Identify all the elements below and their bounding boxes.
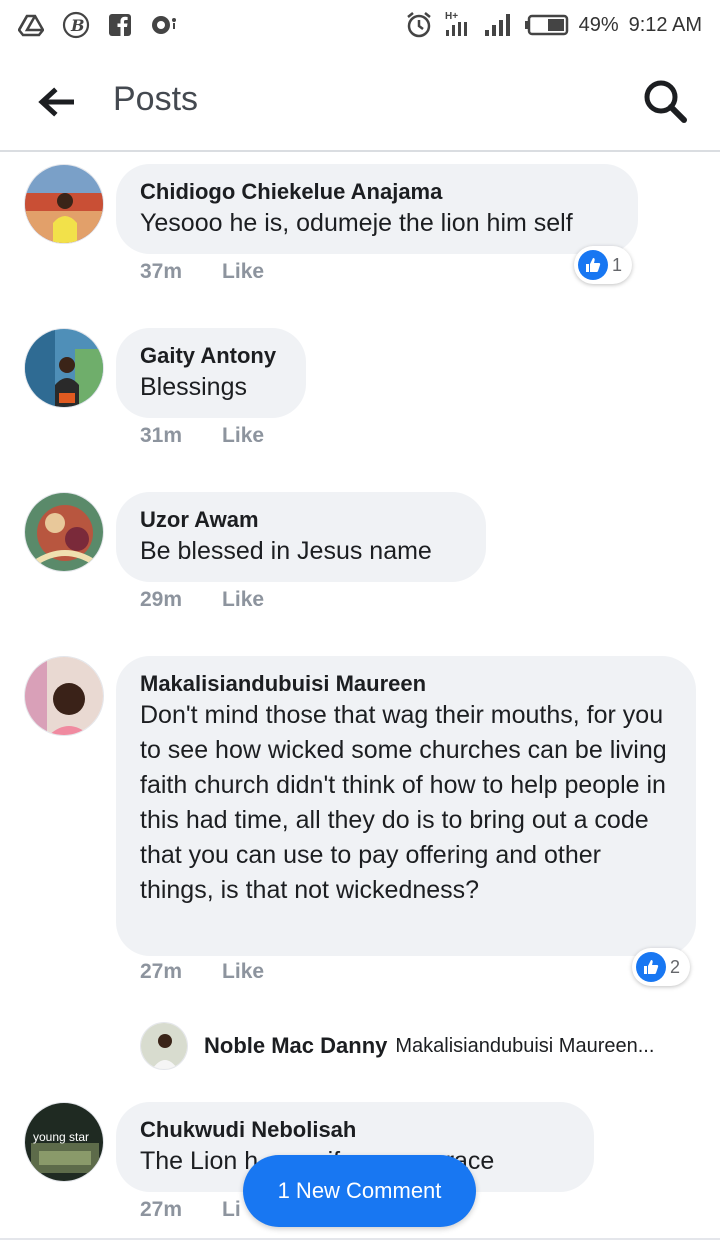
avatar[interactable] xyxy=(24,656,104,736)
comment-text: Blessings xyxy=(140,373,247,401)
b-circle-icon: B xyxy=(62,11,90,39)
reply-author[interactable]: Noble Mac Danny xyxy=(204,1033,387,1059)
comment-text: Don't mind those that wag their mouths, … xyxy=(140,701,667,904)
comment-text: Be blessed in Jesus name xyxy=(140,537,432,565)
thumbs-up-icon xyxy=(578,250,608,280)
avatar xyxy=(140,1022,188,1070)
like-button[interactable]: Like xyxy=(222,424,264,448)
comment-text: Yesooo he is, odumeje the lion him self xyxy=(140,209,573,237)
drive-icon xyxy=(18,13,44,37)
app-header: Posts xyxy=(0,50,720,152)
avatar-overlay-text: young star xyxy=(33,1130,89,1144)
page-title: Posts xyxy=(113,80,199,118)
comment-time: 37m xyxy=(140,260,183,283)
alarm-icon xyxy=(405,11,433,39)
signal-icon: H+ xyxy=(443,10,473,40)
reaction-count: 1 xyxy=(612,254,623,275)
status-bar: B H+ 49% 9:12 AM xyxy=(0,0,720,50)
comment-bubble[interactable]: Chidiogo Chiekelue Anajama Yesooo he is,… xyxy=(116,164,638,254)
battery-icon xyxy=(524,14,569,36)
arrow-left-icon xyxy=(38,87,74,117)
comment-author[interactable]: Chidiogo Chiekelue Anajama xyxy=(140,178,614,206)
like-button[interactable]: Like xyxy=(222,960,264,984)
facebook-icon xyxy=(108,13,132,37)
comment-meta: 29m Like xyxy=(140,588,264,612)
avatar[interactable] xyxy=(24,492,104,572)
like-button[interactable]: Like xyxy=(222,260,264,284)
comment-meta: 37m Like xyxy=(140,260,264,284)
like-button[interactable]: Li xyxy=(222,1198,241,1222)
comment-bubble[interactable]: Gaity Antony Blessings xyxy=(116,328,306,418)
comment-time: 29m xyxy=(140,588,183,611)
comment-author[interactable]: Gaity Antony xyxy=(140,342,282,370)
reaction-count: 2 xyxy=(670,956,681,977)
avatar[interactable]: young star xyxy=(24,1102,104,1182)
reaction-badge[interactable]: 1 xyxy=(574,246,633,284)
network-label: H+ xyxy=(445,11,458,22)
comment-time: 31m xyxy=(140,424,183,447)
search-icon xyxy=(644,80,687,123)
comment-bubble[interactable]: Uzor Awam Be blessed in Jesus name xyxy=(116,492,486,582)
reply-text: Makalisiandubuisi Maureen... xyxy=(395,1034,655,1057)
divider xyxy=(0,1238,720,1240)
comment-meta: 27m Like xyxy=(140,960,264,984)
comment-author[interactable]: Uzor Awam xyxy=(140,506,462,534)
comment-time: 27m xyxy=(140,960,183,983)
reply-preview[interactable]: Noble Mac Danny Makalisiandubuisi Mauree… xyxy=(140,1022,654,1070)
search-button[interactable] xyxy=(642,78,688,124)
avatar[interactable] xyxy=(24,328,104,408)
svg-text:B: B xyxy=(70,16,85,35)
clock-time: 9:12 AM xyxy=(628,13,702,36)
new-comment-button[interactable]: 1 New Comment xyxy=(243,1155,476,1227)
comment-meta: 27m Li xyxy=(140,1198,241,1222)
like-button[interactable]: Like xyxy=(222,588,264,612)
comment-author[interactable]: Makalisiandubuisi Maureen xyxy=(140,670,672,698)
messenger-icon xyxy=(150,13,178,37)
comment-time: 27m xyxy=(140,1198,183,1221)
back-button[interactable] xyxy=(34,82,78,122)
avatar[interactable] xyxy=(24,164,104,244)
thumbs-up-icon xyxy=(636,952,666,982)
reaction-badge[interactable]: 2 xyxy=(632,948,691,986)
comment-meta: 31m Like xyxy=(140,424,264,448)
comment-bubble[interactable]: Makalisiandubuisi Maureen Don't mind tho… xyxy=(116,656,696,956)
battery-percent: 49% xyxy=(578,13,619,36)
comment-author[interactable]: Chukwudi Nebolisah xyxy=(140,1116,570,1144)
signal-icon-2 xyxy=(483,12,515,38)
